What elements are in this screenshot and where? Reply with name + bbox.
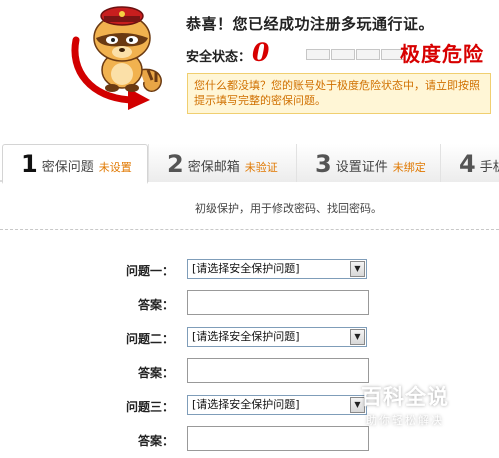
tab-id-document[interactable]: 3 设置证件 未绑定 — [296, 144, 440, 182]
dropdown-arrow-icon[interactable]: ▼ — [350, 329, 365, 345]
tab-security-question[interactable]: 1 密保问题 未设置 — [2, 144, 148, 184]
security-status-label: 安全状态： — [186, 50, 252, 65]
security-warning-box: 您什么都没填？您的账号处于极度危险状态中，请立即按照提示填写完整的密保问题。 — [187, 73, 491, 114]
tab-description: 初级保护，用于修改密码、找回密码。 — [195, 202, 382, 215]
question-3-select-value: [请选择安全保护问题] — [192, 398, 300, 411]
watermark-title: 百科全说 — [361, 385, 449, 409]
tab-status: 未设置 — [98, 161, 132, 174]
security-setup-tabs: 1 密保问题 未设置 2 密保邮箱 未验证 3 设置证件 未绑定 4 手机 — [0, 144, 499, 184]
question-2-select[interactable]: [请选择安全保护问题] ▼ — [187, 327, 367, 347]
tab-label: 手机 — [479, 160, 499, 175]
dropdown-arrow-icon[interactable]: ▼ — [350, 261, 365, 277]
tab-label: 密保问题 — [41, 160, 94, 175]
security-meter-segment — [331, 49, 355, 60]
tab-label: 设置证件 — [335, 160, 388, 175]
question-2-label: 问题二： — [125, 332, 174, 346]
answer-3-input[interactable] — [187, 426, 369, 451]
question-1-select-value: [请选择安全保护问题] — [192, 262, 300, 275]
tab-status: 未绑定 — [392, 161, 426, 174]
tab-number: 3 — [315, 150, 332, 178]
tab-number: 1 — [21, 150, 38, 178]
question-2-select-value: [请选择安全保护问题] — [192, 330, 300, 343]
question-3-select[interactable]: [请选择安全保护问题] ▼ — [187, 395, 367, 415]
tab-status: 未验证 — [244, 161, 278, 174]
security-level-text: 极度危险 — [400, 42, 484, 66]
answer-2-input[interactable] — [187, 358, 369, 383]
baike-watermark: 百科全说 助你轻松解决 — [344, 377, 466, 439]
tab-number: 2 — [167, 150, 184, 178]
answer-1-input[interactable] — [187, 290, 369, 315]
tab-number: 4 — [459, 150, 476, 178]
tab-security-email[interactable]: 2 密保邮箱 未验证 — [148, 144, 296, 182]
answer-3-label: 答案： — [137, 434, 174, 448]
answer-2-label: 答案： — [137, 366, 174, 380]
answer-1-label: 答案： — [137, 298, 174, 312]
dashed-divider — [0, 229, 499, 230]
security-meter-segment — [306, 49, 330, 60]
question-3-label: 问题三： — [125, 400, 174, 414]
question-1-select[interactable]: [请选择安全保护问题] ▼ — [187, 259, 367, 279]
registration-success-message: 恭喜！您已经成功注册多玩通行证。 — [186, 15, 435, 33]
security-meter — [306, 49, 405, 60]
watermark-subtitle: 助你轻松解决 — [366, 414, 444, 427]
security-score: 0 — [252, 38, 270, 67]
security-meter-segment — [356, 49, 380, 60]
tab-mobile[interactable]: 4 手机 — [440, 144, 499, 182]
raccoon-mascot-illustration — [71, 6, 162, 110]
tab-label: 密保邮箱 — [187, 160, 240, 175]
question-1-label: 问题一： — [125, 264, 174, 278]
